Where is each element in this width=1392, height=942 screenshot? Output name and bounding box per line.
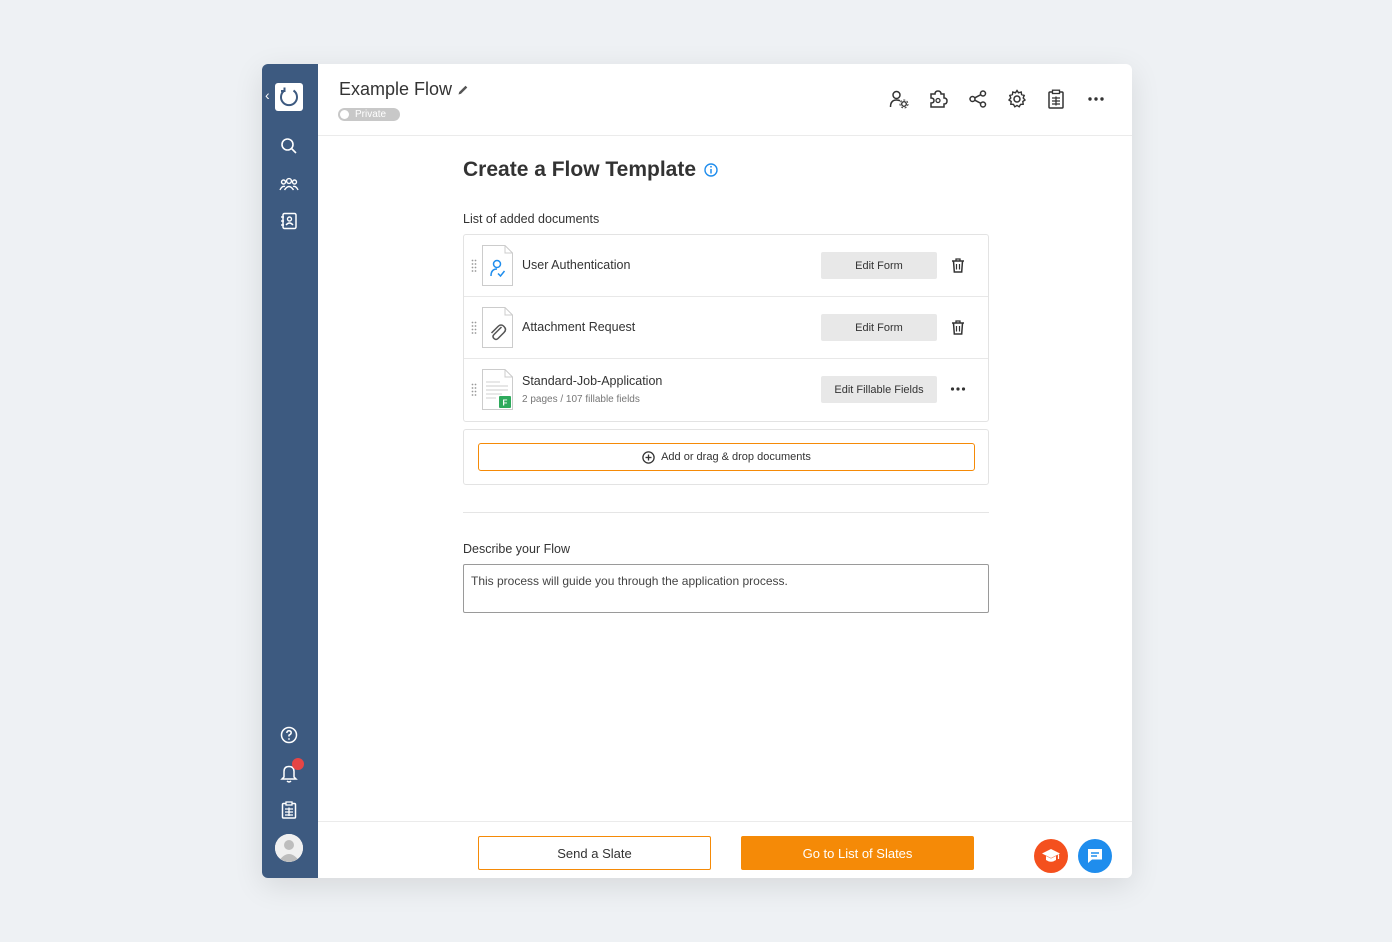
pdf-fillable-icon: F — [482, 369, 513, 410]
page-title-text: Create a Flow Template — [463, 158, 697, 181]
divider — [463, 512, 989, 513]
trash-icon[interactable] — [948, 255, 968, 275]
sidebar: ‹ — [262, 64, 318, 878]
document-name: User Authentication — [522, 258, 631, 272]
user-check-icon — [482, 245, 513, 286]
graduation-cap-icon[interactable] — [1034, 839, 1068, 873]
page-title: Create a Flow Template — [463, 158, 718, 182]
go-to-slates-button[interactable]: Go to List of Slates — [741, 836, 974, 870]
toggle-knob — [340, 110, 349, 119]
document-row[interactable]: Attachment Request Edit Form — [464, 297, 988, 359]
document-name: Attachment Request — [522, 320, 636, 334]
add-documents-button[interactable]: Add or drag & drop documents — [478, 443, 975, 471]
user-settings-icon[interactable] — [888, 88, 910, 110]
svg-text:F: F — [503, 399, 508, 408]
plus-circle-icon — [642, 450, 655, 464]
pencil-icon[interactable] — [457, 84, 469, 96]
add-documents-label: Add or drag & drop documents — [661, 451, 811, 463]
document-name: Standard-Job-Application — [522, 374, 663, 388]
visibility-toggle[interactable]: Private — [338, 108, 400, 121]
edit-fillable-fields-button[interactable]: Edit Fillable Fields — [821, 376, 937, 403]
trash-icon[interactable] — [948, 317, 968, 337]
chevron-left-icon[interactable]: ‹ — [265, 88, 270, 102]
more-icon[interactable] — [1085, 88, 1107, 110]
edit-form-button[interactable]: Edit Form — [821, 252, 937, 279]
edit-form-button[interactable]: Edit Form — [821, 314, 937, 341]
paperclip-icon — [482, 307, 513, 348]
team-icon[interactable] — [278, 173, 300, 195]
document-row[interactable]: User Authentication Edit Form — [464, 235, 988, 297]
chat-icon[interactable] — [1078, 839, 1112, 873]
clipboard-icon[interactable] — [1045, 88, 1067, 110]
send-slate-button[interactable]: Send a Slate — [478, 836, 711, 870]
gear-icon[interactable] — [1006, 88, 1028, 110]
header: Example Flow Private — [318, 64, 1132, 136]
document-row[interactable]: F Standard-Job-Application 2 pages / 107… — [464, 359, 988, 421]
refresh-logo-icon — [280, 87, 298, 107]
search-icon[interactable] — [278, 135, 300, 157]
info-icon[interactable] — [704, 163, 718, 177]
flow-title[interactable]: Example Flow — [339, 79, 469, 100]
visibility-label: Private — [355, 109, 387, 120]
help-icon[interactable] — [278, 724, 300, 746]
drag-handle-icon[interactable] — [471, 383, 477, 397]
clipboard-icon[interactable] — [278, 799, 300, 821]
contacts-icon[interactable] — [278, 210, 300, 232]
share-icon[interactable] — [967, 88, 989, 110]
add-documents-area: Add or drag & drop documents — [463, 429, 989, 485]
describe-label: Describe your Flow — [463, 542, 570, 556]
drag-handle-icon[interactable] — [471, 259, 477, 273]
document-meta: 2 pages / 107 fillable fields — [522, 394, 640, 405]
avatar[interactable] — [275, 834, 303, 862]
description-input[interactable]: This process will guide you through the … — [463, 564, 989, 613]
app-logo[interactable] — [275, 83, 303, 111]
drag-handle-icon[interactable] — [471, 321, 477, 335]
footer: Send a Slate Go to List of Slates — [318, 821, 1132, 878]
documents-list: User Authentication Edit Form Attachment… — [463, 234, 989, 422]
puzzle-icon[interactable] — [927, 88, 949, 110]
flow-title-text: Example Flow — [339, 79, 453, 99]
notification-badge — [292, 758, 304, 770]
documents-label: List of added documents — [463, 212, 600, 226]
app-window: ‹ Example Flow Private Create a Flow Tem… — [262, 64, 1132, 878]
more-icon[interactable] — [948, 379, 968, 399]
